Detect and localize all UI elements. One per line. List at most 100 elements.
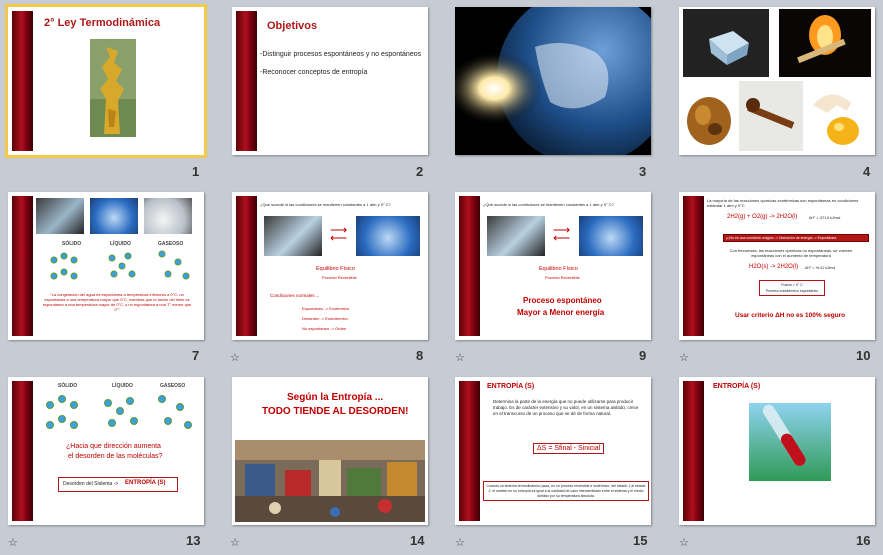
spontaneous-subtitle: Mayor a Menor energía xyxy=(517,308,605,317)
slide-title: ENTROPÍA (S) xyxy=(487,383,535,390)
transition-star-icon[interactable]: ☆ xyxy=(455,536,465,549)
question-line-2: el desorden de las moléculas? xyxy=(68,453,163,460)
state-label-solid: SÓLIDO xyxy=(58,383,78,389)
slide-thumbnail-8[interactable]: ¿Qué sucede si las condiciones se mantie… xyxy=(232,192,428,340)
criterion-text: Usar criterio ΔH no es 100% seguro xyxy=(735,312,846,319)
red-sidebar-decoration xyxy=(459,381,480,521)
red-sidebar-decoration xyxy=(683,381,704,521)
slide-thumbnail-4[interactable]: 4 xyxy=(679,7,875,155)
ice-cube-photo xyxy=(683,9,769,77)
slide-number-label: 1 xyxy=(192,164,200,179)
slide-number-label: 13 xyxy=(186,533,201,548)
test-tube-photo xyxy=(749,403,831,481)
entropy-box: Desorden del Sistema -> ENTROPÍA (S) xyxy=(58,477,178,492)
burning-match-photo xyxy=(779,9,871,77)
water-photo xyxy=(90,198,138,234)
condition-row-3: No espontáneo -> Orden xyxy=(302,326,347,331)
intro-text: La mayoría de las reacciones químicas ex… xyxy=(707,198,859,208)
equilibrium-label: Equilibrio Físico xyxy=(539,266,578,272)
state-label-liquid: LÍQUIDO xyxy=(110,241,131,247)
ice-photo xyxy=(264,216,322,256)
molecules-illustration xyxy=(46,395,192,429)
ice-photo xyxy=(487,216,545,256)
entropy-note-box: Cuando un sistema termodinámico pasa, en… xyxy=(483,481,649,502)
red-sidebar-decoration xyxy=(459,196,480,336)
water-photo xyxy=(356,216,420,256)
reaction-2: H2O(s) -> 2H2O(l) xyxy=(749,264,799,270)
entropy-box-prefix: Desorden del Sistema -> xyxy=(63,481,119,487)
slide-thumbnail-10[interactable]: La mayoría de las reacciones químicas ex… xyxy=(679,192,875,340)
slide-thumbnail-15[interactable]: ENTROPÍA (S) Determina la parte de la en… xyxy=(455,377,651,525)
slide-number-label: 14 xyxy=(410,533,425,548)
enthalpy-1: ΔH° = -571,6 kJ/mol xyxy=(809,216,841,220)
entropy-box-em: ENTROPÍA (S) xyxy=(125,480,166,486)
slide-number-label: 10 xyxy=(856,348,871,363)
transition-star-icon[interactable]: ☆ xyxy=(8,536,18,549)
equilibrium-sub: Proceso Reversible xyxy=(322,275,357,280)
red-sidebar-decoration xyxy=(236,196,257,336)
equilibrium-sub: Proceso Reversible xyxy=(545,275,580,280)
messy-room-photo xyxy=(235,440,425,522)
spontaneous-title: Proceso espontáneo xyxy=(523,296,602,305)
slide-number-label: 3 xyxy=(639,164,647,179)
equilibrium-label: Equilibrio Físico xyxy=(316,266,355,272)
mid-text: Con frecuencia, las reacciones químicas … xyxy=(729,248,853,258)
slide-thumbnail-9[interactable]: ¿Qué sucede si las condiciones se mantie… xyxy=(455,192,651,340)
equilibrium-arrows: ⟶ ⟵ xyxy=(330,223,348,245)
slide-number-label: 8 xyxy=(416,348,424,363)
note-box-1: ¡¡¡No es una condición mágica -> Liberac… xyxy=(723,234,869,242)
transition-star-icon[interactable]: ☆ xyxy=(455,351,465,364)
steam-photo xyxy=(144,198,192,234)
slide-title: 2° Ley Termodinámica xyxy=(44,17,161,29)
state-label-gas: GASEOSO xyxy=(160,383,186,389)
state-label-gas: GASEOSO xyxy=(158,241,184,247)
question-text: ¿Qué sucede si las condiciones se mantie… xyxy=(260,202,391,207)
red-sidebar-decoration xyxy=(12,11,33,151)
slide-thumbnail-7[interactable]: SÓLIDO LÍQUIDO GASEOSO "La congelación d… xyxy=(8,192,204,340)
question-line-1: ¿Hacia que dirección aumenta xyxy=(66,443,161,450)
question-text: ¿Qué sucede si las condiciones se mantie… xyxy=(483,202,614,207)
equilibrium-arrows: ⟶ ⟵ xyxy=(553,223,571,245)
condition-row-1: Espontáneo -> Exotérmico xyxy=(302,306,350,311)
slide-number-label: 2 xyxy=(416,164,424,179)
slide-thumbnail-1[interactable]: 2° Ley Termodinámica 1 xyxy=(5,4,207,158)
objective-line-1: -Distinguir procesos espontáneos y no es… xyxy=(260,51,422,58)
conditions-label: Condiciones normales ... xyxy=(270,293,320,298)
slide-number-label: 4 xyxy=(863,164,871,179)
sculpture-photo xyxy=(90,39,136,137)
transition-star-icon[interactable]: ☆ xyxy=(230,351,240,364)
condition-row-2: Desorden -> Endotérmico xyxy=(302,316,348,321)
entropy-line-1: Según la Entropía ... xyxy=(287,392,384,403)
slide-thumbnail-16[interactable]: ENTROPÍA (S) xyxy=(679,377,875,525)
reaction-1: 2H2(g) + O2(g) -> 2H2O(l) xyxy=(727,214,798,220)
entropy-line-2: TODO TIENDE AL DESORDEN! xyxy=(262,406,409,417)
broken-egg-photo xyxy=(807,81,871,151)
slide-number-label: 15 xyxy=(633,533,648,548)
rotten-apple-photo xyxy=(683,81,735,151)
molecules-illustration xyxy=(50,250,190,280)
transition-star-icon[interactable]: ☆ xyxy=(230,536,240,549)
slide-number-label: 16 xyxy=(856,533,871,548)
slide-title: Objetivos xyxy=(267,20,318,32)
entropy-formula: ΔS = Sfinal - Sinicial xyxy=(533,443,605,454)
slide-number-label: 9 xyxy=(639,348,647,363)
ice-photo xyxy=(36,198,84,234)
earth-sunrise-photo xyxy=(455,7,651,155)
note-box-2-line-1: Fusión > 0° C xyxy=(781,283,803,287)
slide-thumbnail-2[interactable]: Objetivos -Distinguir procesos espontáne… xyxy=(232,7,428,155)
enthalpy-2: ΔH° = +6.01 kJ/mol xyxy=(805,266,836,270)
red-sidebar-decoration xyxy=(12,196,33,336)
slide-thumbnail-3[interactable]: 3 xyxy=(455,7,651,155)
freezing-quote: "La congelación del agua es espontánea a… xyxy=(42,292,192,312)
transition-star-icon[interactable]: ☆ xyxy=(679,351,689,364)
rusty-nail-photo xyxy=(739,81,803,151)
transition-star-icon[interactable]: ☆ xyxy=(679,536,689,549)
red-sidebar-decoration xyxy=(683,196,704,336)
slide-number-label: 7 xyxy=(192,348,200,363)
red-sidebar-decoration xyxy=(236,11,257,151)
slide-title: ENTROPÍA (S) xyxy=(713,383,761,390)
objective-line-2: -Reconocer conceptos de entropía xyxy=(260,69,368,76)
state-label-liquid: LÍQUIDO xyxy=(112,383,133,389)
slide-thumbnail-13[interactable]: SÓLIDO LÍQUIDO GASEOSO ¿Hacia que direcc… xyxy=(8,377,204,525)
slide-thumbnail-14[interactable]: Según la Entropía ... TODO TIENDE AL DES… xyxy=(232,377,428,525)
